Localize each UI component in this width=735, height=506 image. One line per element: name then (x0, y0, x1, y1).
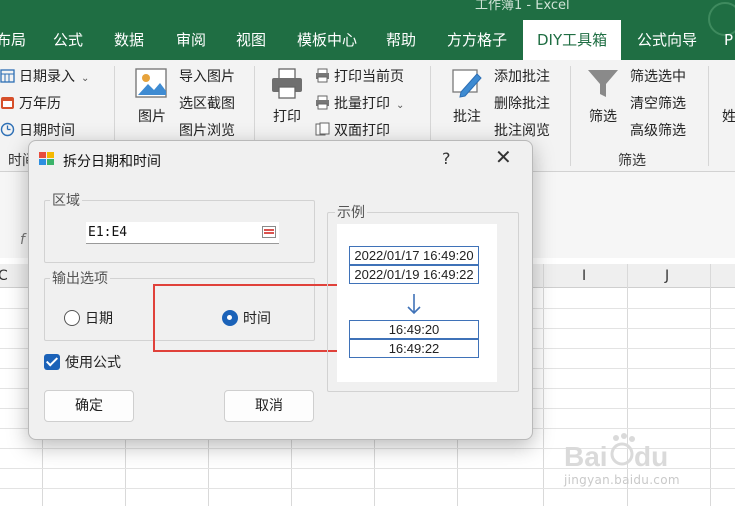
watermark-url: jingyan.baidu.com (564, 473, 680, 487)
column-header-c[interactable]: C (0, 268, 8, 284)
tab-more[interactable]: P (724, 20, 733, 60)
svg-text:Bai: Bai (564, 441, 608, 472)
output-options-label: 输出选项 (50, 268, 110, 288)
radio-unchecked-icon (64, 310, 80, 326)
ribbon-divider (708, 66, 709, 166)
checkbox-checked-icon (44, 354, 60, 370)
cancel-button[interactable]: 取消 (224, 390, 314, 422)
tab-review[interactable]: 审阅 (176, 20, 206, 60)
range-screenshot-button[interactable]: 选区截图 (179, 93, 235, 113)
function-icon[interactable]: f (20, 232, 25, 248)
column-header-j[interactable]: J (665, 268, 669, 284)
print-page-icon (316, 68, 329, 83)
dialog-title: 拆分日期和时间 (63, 154, 161, 170)
picture-label: 图片 (138, 109, 166, 125)
add-comment-button[interactable]: 添加批注 (494, 66, 550, 86)
range-value: E1:E4 (88, 225, 128, 240)
print-button[interactable]: 打印 (266, 66, 308, 126)
use-formula-checkbox[interactable]: 使用公式 (44, 352, 121, 372)
perpetual-calendar-button[interactable]: 万年历 (0, 93, 61, 113)
batch-print-label: 批量打印 (334, 96, 390, 112)
clear-filter-button[interactable]: 清空筛选 (630, 93, 686, 113)
filter-selected-button[interactable]: 筛选选中 (630, 66, 686, 86)
ok-button[interactable]: 确定 (44, 390, 134, 422)
help-icon[interactable]: ? (442, 149, 451, 168)
region-label: 区域 (50, 190, 82, 210)
ribbon-tabs: 布局 公式 数据 审阅 视图 模板中心 帮助 方方格子 DIY工具箱 公式向导 … (0, 20, 735, 60)
perpetual-calendar-label: 万年历 (19, 96, 61, 112)
tab-formula-wizard[interactable]: 公式向导 (637, 20, 697, 60)
duplex-print-button[interactable]: 双面打印 (315, 120, 390, 140)
app-logo-icon (39, 152, 54, 165)
group-label-filter: 筛选 (618, 153, 646, 169)
print-current-page-label: 打印当前页 (334, 69, 404, 85)
date-entry-label: 日期录入 (19, 69, 75, 85)
batch-print-icon (316, 95, 329, 110)
print-current-page-button[interactable]: 打印当前页 (315, 66, 404, 86)
radio-date[interactable]: 日期 (64, 308, 113, 328)
calendar-icon (1, 97, 14, 109)
annotation-highlight-box (153, 284, 347, 352)
radio-date-label: 日期 (85, 311, 113, 327)
printer-icon (272, 68, 302, 99)
clock-icon (0, 122, 15, 137)
arrow-down-icon (407, 294, 421, 315)
delete-comment-button[interactable]: 删除批注 (494, 93, 550, 113)
duplex-print-label: 双面打印 (334, 123, 390, 139)
comment-label: 批注 (453, 109, 481, 125)
browse-comment-button[interactable]: 批注阅览 (494, 120, 550, 140)
tab-fangfang-gezi[interactable]: 方方格子 (447, 20, 507, 60)
range-picker-icon[interactable] (262, 226, 276, 238)
excel-title-bar: 工作簿1 - Excel 布局 公式 数据 审阅 视图 模板中心 帮助 方方格子… (0, 0, 735, 60)
ribbon-divider (570, 66, 571, 166)
date-time-label: 日期时间 (19, 123, 75, 139)
batch-print-button[interactable]: 批量打印 ⌄ (315, 93, 404, 113)
date-entry-button[interactable]: 日期录入 ⌄ (0, 66, 89, 86)
print-label: 打印 (273, 109, 301, 125)
filter-label: 筛选 (589, 109, 617, 125)
column-header-i[interactable]: I (582, 268, 586, 284)
use-formula-label: 使用公式 (65, 355, 121, 371)
import-picture-button[interactable]: 导入图片 (179, 66, 235, 86)
close-icon[interactable]: ✕ (495, 145, 512, 169)
funnel-icon (588, 70, 618, 97)
svg-text:du: du (634, 441, 668, 472)
filter-button[interactable]: 筛选 (584, 66, 622, 126)
tab-formulas[interactable]: 公式 (53, 20, 83, 60)
example-label: 示例 (335, 202, 367, 222)
date-time-button[interactable]: 日期时间 (0, 120, 75, 140)
tab-diy-toolbox[interactable]: DIY工具箱 (523, 20, 622, 60)
duplex-print-icon (315, 122, 330, 136)
window-title: 工作簿1 - Excel (475, 0, 570, 13)
example-output-cell: 16:49:20 (349, 320, 479, 339)
comment-button[interactable]: 批注 (446, 66, 488, 126)
grid-column-line (543, 264, 544, 506)
calendar-grid-icon (0, 69, 15, 83)
chevron-down-icon: ⌄ (81, 73, 90, 84)
tab-layout[interactable]: 布局 (0, 20, 26, 60)
chevron-down-icon: ⌄ (396, 100, 405, 111)
example-input-cell: 2022/01/17 16:49:20 (349, 246, 479, 265)
advanced-filter-button[interactable]: 高级筛选 (630, 120, 686, 140)
tab-help[interactable]: 帮助 (386, 20, 416, 60)
range-input[interactable]: E1:E4 (86, 222, 279, 244)
example-input-cell: 2022/01/19 16:49:22 (349, 265, 479, 284)
example-output-cell: 16:49:22 (349, 339, 479, 358)
tab-data[interactable]: 数据 (114, 20, 144, 60)
picture-icon (135, 68, 167, 98)
picture-button[interactable]: 图片 (131, 66, 173, 126)
picture-browse-button[interactable]: 图片浏览 (179, 120, 235, 140)
pen-comment-icon (452, 69, 482, 98)
tab-view[interactable]: 视图 (236, 20, 266, 60)
tab-template-center[interactable]: 模板中心 (297, 20, 357, 60)
ribbon-cutoff-label: 姓 (722, 109, 735, 125)
